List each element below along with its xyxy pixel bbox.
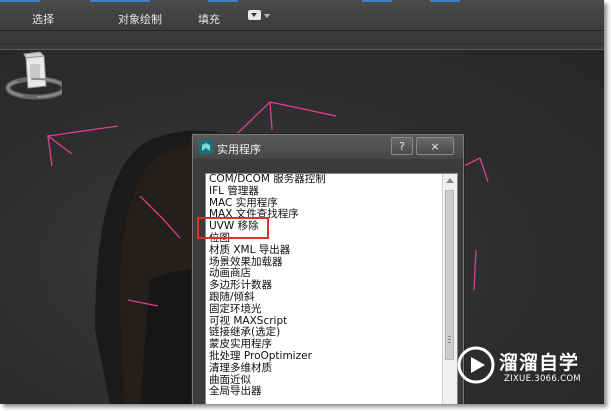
max-window: 选择 对象绘制 填充 实用程序 ? × COM/DCOM 服务器控制 IFL 管… xyxy=(0,0,604,404)
ribbon-panel-strip xyxy=(0,31,604,50)
tab-accent xyxy=(208,0,238,2)
tab-accent xyxy=(90,0,150,2)
grip-line xyxy=(448,339,451,340)
scrollbar-thumb[interactable] xyxy=(445,190,454,360)
ribbon-toolbar: 选择 对象绘制 填充 xyxy=(0,0,604,31)
utilities-list: COM/DCOM 服务器控制 IFL 管理器 MAC 实用程序 MAX 文件查找程序 U… xyxy=(209,174,437,398)
watermark-url: ZIXUE.3066.COM xyxy=(504,374,581,384)
close-button[interactable]: × xyxy=(416,137,454,155)
list-item[interactable]: 材质 XML 导出器 xyxy=(209,244,437,257)
grip-line xyxy=(448,342,451,343)
list-item[interactable]: 清理多维材质 xyxy=(209,362,437,375)
ribbon-options-icon xyxy=(248,10,261,20)
3dsmax-logo-icon xyxy=(199,140,213,154)
scroll-up-icon[interactable] xyxy=(446,178,454,183)
grip-line xyxy=(448,336,451,337)
watermark: 溜溜自学 ZIXUE.3066.COM xyxy=(457,346,587,390)
tab-object-paint[interactable]: 对象绘制 xyxy=(118,11,162,27)
utilities-listbox[interactable]: COM/DCOM 服务器控制 IFL 管理器 MAC 实用程序 MAX 文件查找程序 U… xyxy=(205,173,458,404)
ribbon-options-dropdown[interactable] xyxy=(248,10,272,22)
vertical-scrollbar[interactable] xyxy=(442,174,457,404)
watermark-title: 溜溜自学 xyxy=(499,352,580,374)
highlight-box xyxy=(197,217,269,239)
watermark-logo-icon xyxy=(457,346,495,384)
list-item[interactable]: 全局导出器 xyxy=(209,386,437,398)
utilities-dialog: 实用程序 ? × COM/DCOM 服务器控制 IFL 管理器 MAC 实用程序 MA… xyxy=(192,134,464,404)
viewcube-icon[interactable] xyxy=(0,50,62,110)
tab-accent xyxy=(0,0,40,2)
dialog-titlebar[interactable]: 实用程序 ? × xyxy=(193,135,463,159)
list-item[interactable]: IFL 管理器 xyxy=(209,185,437,198)
tab-accent xyxy=(430,0,460,2)
list-item[interactable]: 固定环境光 xyxy=(209,303,437,316)
tab-select[interactable]: 选择 xyxy=(32,11,54,27)
list-item[interactable]: 批处理 ProOptimizer xyxy=(209,350,437,363)
tab-populate[interactable]: 填充 xyxy=(198,11,220,27)
dialog-title: 实用程序 xyxy=(217,143,261,156)
chevron-down-icon xyxy=(264,14,270,18)
list-item[interactable]: 跟随/倾斜 xyxy=(209,291,437,304)
tab-accent xyxy=(362,0,392,2)
ribbon-divider xyxy=(0,43,604,45)
help-button[interactable]: ? xyxy=(391,137,413,155)
